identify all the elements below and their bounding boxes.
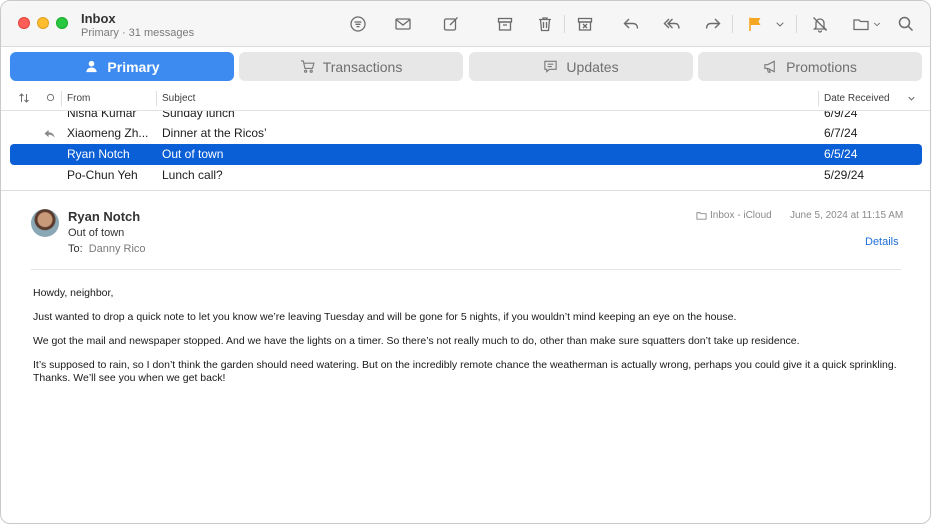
search-icon[interactable] bbox=[895, 13, 917, 35]
message-subject: Dinner at the Ricos’ bbox=[162, 126, 267, 140]
message-date: 6/9/24 bbox=[824, 111, 858, 120]
category-tabs: Primary Transactions Updates Promotions bbox=[10, 52, 922, 81]
replied-icon bbox=[44, 128, 55, 142]
body-paragraph: We got the mail and newspaper stopped. A… bbox=[33, 335, 800, 347]
junk-icon[interactable] bbox=[574, 13, 596, 35]
message-row-selected[interactable]: Ryan Notch Out of town 6/5/24 bbox=[10, 144, 922, 165]
reply-all-icon[interactable] bbox=[661, 13, 683, 35]
message-row[interactable]: Po-Chun Yeh Lunch call? 5/29/24 bbox=[10, 165, 922, 186]
unread-column-icon[interactable] bbox=[46, 93, 55, 105]
chat-icon bbox=[543, 59, 558, 74]
tab-transactions[interactable]: Transactions bbox=[239, 52, 463, 81]
message-date: 5/29/24 bbox=[824, 168, 865, 182]
tab-label: Primary bbox=[107, 58, 160, 75]
message-subject: Lunch call? bbox=[162, 168, 223, 182]
message-list-header: From Subject Date Received bbox=[1, 87, 930, 111]
message-date: 6/7/24 bbox=[824, 126, 858, 140]
body-paragraph: Howdy, neighbor, bbox=[33, 287, 114, 299]
window-title: Inbox bbox=[81, 11, 116, 26]
filter-icon[interactable] bbox=[347, 13, 369, 35]
message-from: Nisha Kumar bbox=[67, 111, 137, 120]
column-divider[interactable] bbox=[818, 91, 819, 106]
tab-label: Transactions bbox=[322, 58, 403, 75]
message-date-full: June 5, 2024 at 11:15 AM bbox=[790, 210, 904, 221]
mailbox-location: Inbox - iCloud bbox=[696, 210, 772, 221]
tab-label: Updates bbox=[566, 58, 619, 75]
folder-icon[interactable] bbox=[850, 13, 872, 35]
mailbox-label: Inbox - iCloud bbox=[710, 210, 772, 221]
message-body: Howdy, neighbor, Just wanted to drop a q… bbox=[33, 287, 913, 396]
header-divider bbox=[31, 269, 901, 270]
avatar[interactable] bbox=[31, 209, 59, 237]
column-divider[interactable] bbox=[61, 91, 62, 106]
trash-icon[interactable] bbox=[534, 13, 556, 35]
body-paragraph: Just wanted to drop a quick note to let … bbox=[33, 311, 737, 323]
toolbar: Inbox Primary · 31 messages bbox=[1, 1, 930, 47]
message-from: Po-Chun Yeh bbox=[67, 168, 138, 182]
compose-icon[interactable] bbox=[440, 13, 462, 35]
forward-icon[interactable] bbox=[702, 13, 724, 35]
message-sender[interactable]: Ryan Notch bbox=[68, 209, 140, 224]
to-label: To: bbox=[68, 243, 83, 255]
zoom-window-button[interactable] bbox=[56, 17, 68, 29]
window-subtitle: Primary · 31 messages bbox=[81, 27, 195, 39]
column-header-subject[interactable]: Subject bbox=[162, 93, 195, 104]
tab-label: Promotions bbox=[786, 58, 857, 75]
column-header-from[interactable]: From bbox=[67, 93, 90, 104]
message-date: 6/5/24 bbox=[824, 147, 858, 161]
flag-icon[interactable] bbox=[744, 13, 766, 35]
toolbar-separator bbox=[796, 15, 797, 33]
cart-icon bbox=[300, 59, 315, 74]
window-title-block: Inbox Primary · 31 messages bbox=[81, 11, 194, 40]
toolbar-separator bbox=[732, 15, 733, 33]
mute-icon[interactable] bbox=[809, 13, 831, 35]
tab-primary[interactable]: Primary bbox=[10, 52, 234, 81]
message-row[interactable]: Xiaomeng Zh... Dinner at the Ricos’ 6/7/… bbox=[10, 123, 922, 144]
message-subject-header: Out of town bbox=[68, 227, 125, 239]
folder-menu-chevron-icon[interactable] bbox=[870, 13, 884, 35]
archive-icon[interactable] bbox=[494, 13, 516, 35]
message-from: Xiaomeng Zh... bbox=[67, 126, 149, 140]
recipient-name[interactable]: Danny Rico bbox=[89, 243, 146, 255]
column-header-date[interactable]: Date Received bbox=[824, 93, 890, 104]
tab-updates[interactable]: Updates bbox=[469, 52, 693, 81]
chevron-down-icon[interactable] bbox=[907, 94, 916, 106]
reply-icon[interactable] bbox=[620, 13, 642, 35]
toolbar-separator bbox=[564, 15, 565, 33]
minimize-window-button[interactable] bbox=[37, 17, 49, 29]
message-subject: Sunday lunch bbox=[162, 111, 235, 120]
envelope-icon[interactable] bbox=[392, 13, 414, 35]
person-icon bbox=[84, 59, 99, 74]
tab-promotions[interactable]: Promotions bbox=[698, 52, 922, 81]
sort-icon[interactable] bbox=[18, 92, 30, 107]
details-link[interactable]: Details bbox=[865, 236, 899, 248]
megaphone-icon bbox=[763, 59, 778, 74]
folder-icon bbox=[696, 210, 710, 221]
message-from: Ryan Notch bbox=[67, 147, 130, 161]
message-subject: Out of town bbox=[162, 147, 224, 161]
message-list: Nisha Kumar Sunday lunch 6/9/24 Xiaomeng… bbox=[1, 111, 930, 191]
column-divider[interactable] bbox=[156, 91, 157, 106]
chevron-down-icon[interactable] bbox=[772, 13, 788, 35]
close-window-button[interactable] bbox=[18, 17, 30, 29]
mail-window: Inbox Primary · 31 messages Primary Tran… bbox=[0, 0, 931, 524]
message-recipients: To: Danny Rico bbox=[68, 243, 146, 255]
body-paragraph: It’s supposed to rain, so I don’t think … bbox=[33, 359, 897, 384]
